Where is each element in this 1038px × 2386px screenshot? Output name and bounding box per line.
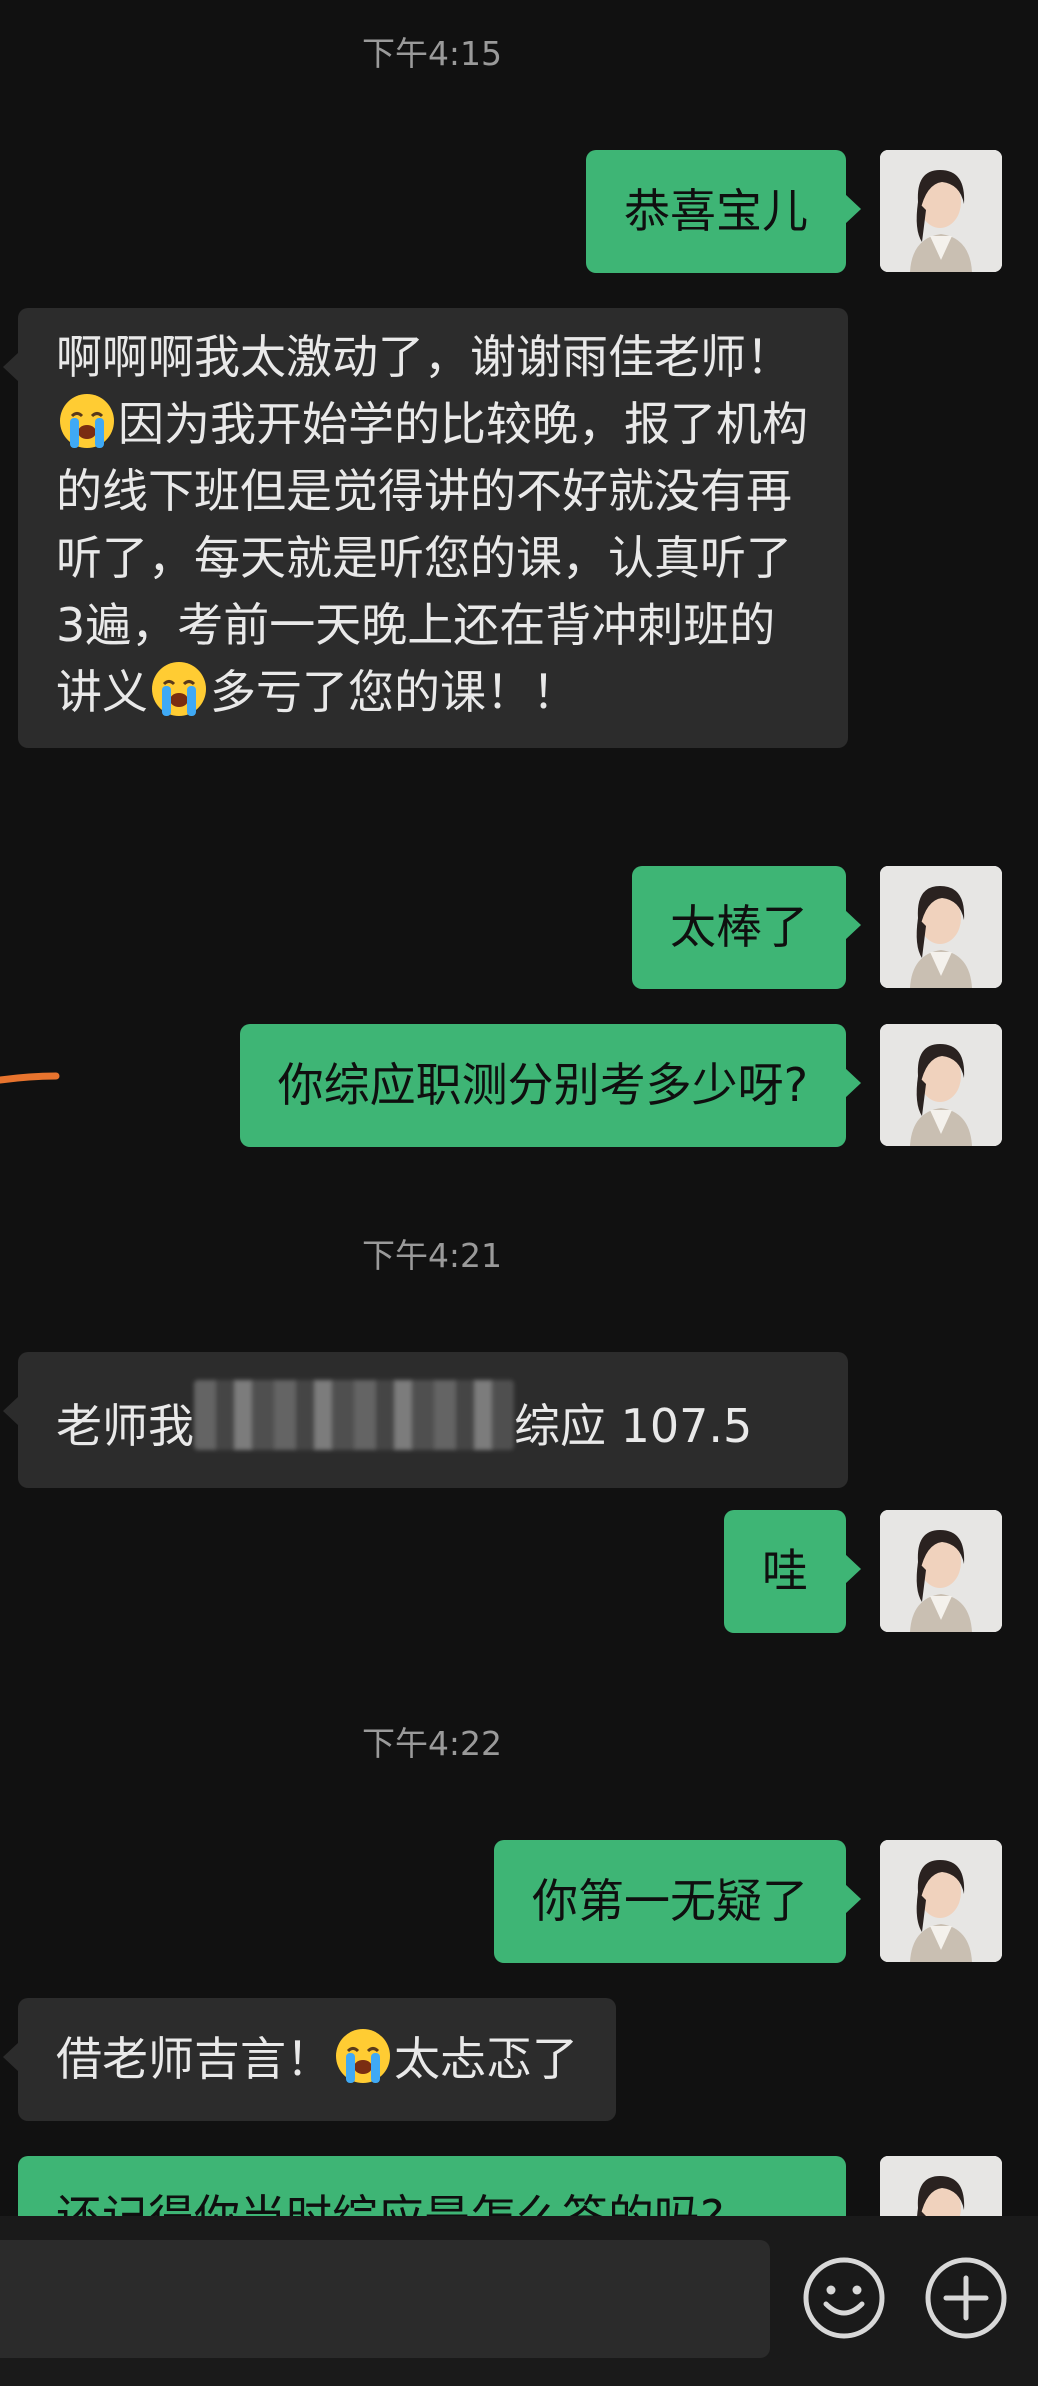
received-message[interactable]: 借老师吉言！ 太忐忑了	[3, 1998, 616, 2121]
message-text: 你第一无疑了	[532, 1874, 808, 1928]
avatar[interactable]	[880, 1840, 1002, 1962]
message-text: 太忐忑了	[394, 2032, 578, 2086]
avatar[interactable]	[880, 1024, 1002, 1146]
more-button[interactable]	[922, 2254, 1010, 2342]
avatar-photo-icon	[880, 1510, 1002, 1632]
message-text: 综应 107.5	[514, 1399, 753, 1453]
avatar-photo-icon	[880, 1840, 1002, 1962]
timestamp: 下午4:15	[361, 34, 503, 73]
avatar[interactable]	[880, 2156, 1002, 2216]
smiley-face-icon	[803, 2257, 885, 2339]
sent-message[interactable]: 太棒了	[632, 866, 861, 989]
loudly-crying-face-icon	[336, 2029, 390, 2083]
loudly-crying-face-icon	[60, 394, 114, 448]
sent-message[interactable]: 你第一无疑了	[494, 1840, 861, 1963]
emoji-button[interactable]	[800, 2254, 888, 2342]
message-text: 太棒了	[670, 900, 808, 954]
message-text: 多亏了您的课！！	[210, 665, 578, 719]
message-text: 哇	[762, 1544, 808, 1598]
avatar[interactable]	[880, 1510, 1002, 1632]
plus-circle-icon	[925, 2257, 1007, 2339]
message-text: 借老师吉言！	[56, 2032, 332, 2086]
sent-message[interactable]: 恭喜宝儿	[586, 150, 861, 273]
sent-message[interactable]: 哇	[724, 1510, 861, 1633]
received-message[interactable]: 老师我 综应 107.5	[3, 1352, 848, 1488]
message-text: 老师我	[56, 1399, 194, 1453]
received-message[interactable]: 啊啊啊我太激动了，谢谢雨佳老师！ 因为我开始学的比较晚，报了机构的线下班但是觉得…	[3, 308, 848, 748]
timestamp: 下午4:21	[361, 1236, 503, 1275]
message-input[interactable]	[0, 2240, 770, 2358]
message-text: 恭喜宝儿	[624, 184, 808, 238]
message-text: 你综应职测分别考多少呀?	[277, 1058, 808, 1112]
annotation-stroke-icon	[0, 1072, 60, 1084]
avatar-photo-icon	[880, 2156, 1002, 2216]
chat-area[interactable]: 下午4:15 恭喜宝儿 啊啊啊我太激动了，谢谢雨佳老师！ 因为我开始学的比较晚，…	[0, 0, 1038, 2216]
sent-message[interactable]: 还记得你当时综应是怎么答的吗?	[18, 2156, 846, 2216]
avatar-photo-icon	[880, 1024, 1002, 1146]
avatar[interactable]	[880, 150, 1002, 272]
timestamp: 下午4:22	[361, 1724, 503, 1763]
sent-message[interactable]: 你综应职测分别考多少呀?	[239, 1024, 862, 1147]
avatar-photo-icon	[880, 866, 1002, 988]
message-text: 还记得你当时综应是怎么答的吗?	[56, 2190, 724, 2216]
loudly-crying-face-icon	[152, 662, 206, 716]
avatar[interactable]	[880, 866, 1002, 988]
avatar-photo-icon	[880, 150, 1002, 272]
composer-bar	[0, 2216, 1038, 2386]
redacted-content	[194, 1380, 514, 1450]
message-text: 啊啊啊我太激动了，谢谢雨佳老师！	[56, 330, 792, 384]
